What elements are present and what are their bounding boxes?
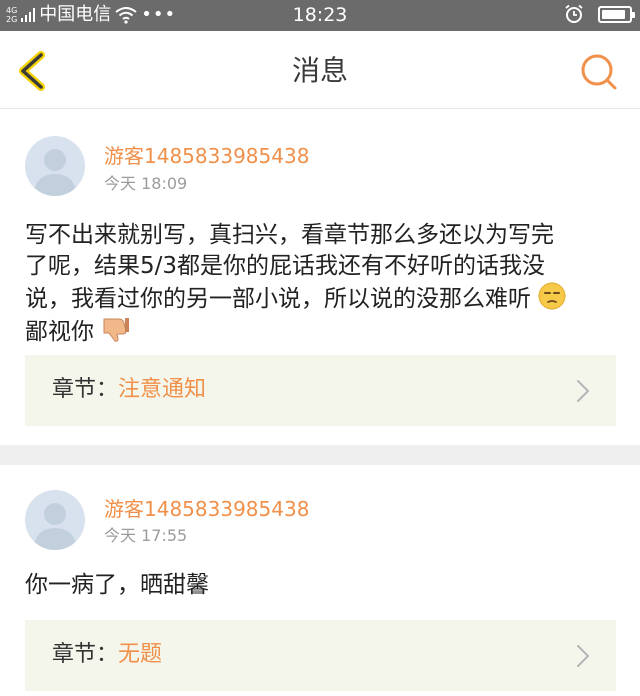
message-item: 游客1485833985438 今天 17:55 你一病了，晒甜馨 章节：无题 (0, 465, 640, 696)
user-placeholder-icon (33, 149, 77, 196)
timestamp: 今天 17:55 (104, 526, 188, 545)
alarm-icon (565, 4, 583, 23)
username[interactable]: 游客1485833985438 (104, 496, 309, 522)
chapter-label: 章节：注意通知 (52, 377, 207, 402)
message-item: 游客1485833985438 今天 18:09 写不出来就别写，真扫兴，看章节… (0, 110, 640, 453)
content-line: 了呢，结果5/3都是你的屁话我还有不好听的话我没 (25, 253, 546, 279)
content-line: 写不出来就别写，真扫兴，看章节那么多还以为写完 (25, 222, 554, 248)
search-icon[interactable] (580, 53, 618, 91)
username[interactable]: 游客1485833985438 (104, 143, 309, 169)
avatar[interactable] (25, 136, 85, 196)
divider (0, 445, 640, 465)
chapter-name: 注意通知 (118, 377, 207, 402)
chapter-label: 章节：无题 (52, 642, 163, 667)
content-line: 你一病了，晒甜馨 (25, 572, 209, 598)
avatar[interactable] (25, 490, 85, 550)
chevron-right-icon (577, 645, 590, 667)
message-content: 写不出来就别写，真扫兴，看章节那么多还以为写完 了呢，结果5/3都是你的屁话我还… (25, 220, 616, 348)
battery-icon (598, 5, 635, 23)
message-content: 你一病了，晒甜馨 (25, 570, 616, 601)
chapter-name: 无题 (118, 642, 163, 667)
unamused-face-icon (538, 282, 566, 310)
content-line: 说，我看过你的另一部小说，所以说的没那么难听 (25, 282, 616, 315)
content-line: 鄙视你 (25, 315, 616, 348)
chapter-link[interactable]: 章节：注意通知 (25, 355, 616, 426)
page-title: 消息 (291, 54, 348, 87)
chapter-link[interactable]: 章节：无题 (25, 620, 616, 691)
status-bar: 4G 2G 中国电信 ••• 18:23 (0, 0, 640, 31)
status-time: 18:23 (292, 4, 348, 26)
chevron-right-icon (577, 380, 590, 402)
nav-bar: 消息 (0, 31, 640, 109)
user-placeholder-icon (33, 503, 77, 550)
timestamp: 今天 18:09 (104, 174, 188, 193)
thumbs-down-icon (103, 318, 130, 342)
